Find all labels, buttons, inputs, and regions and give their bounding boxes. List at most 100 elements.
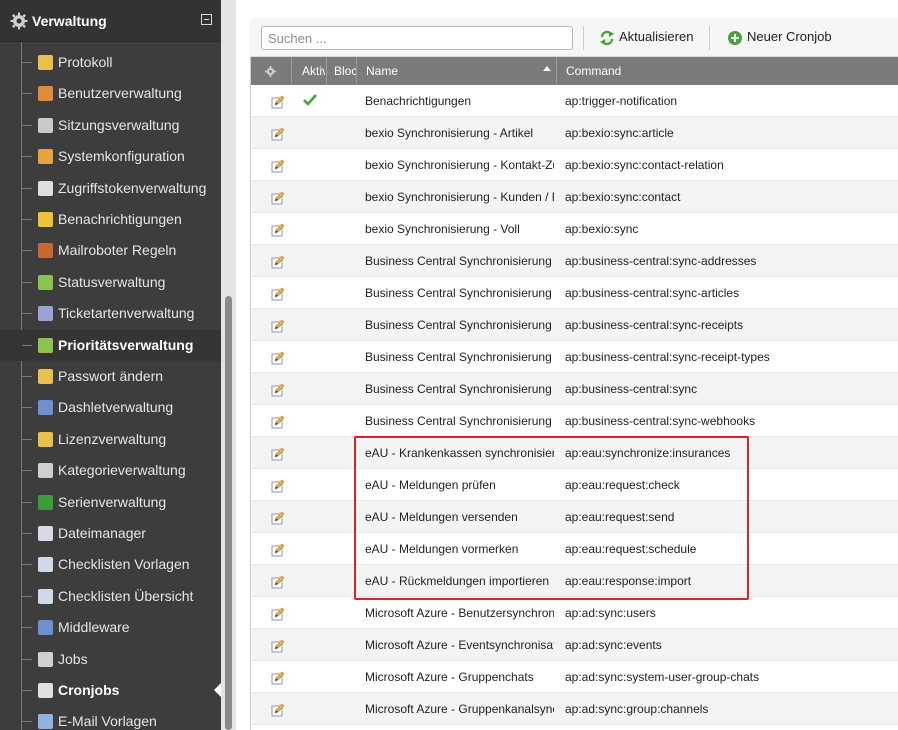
- column-header-blocked[interactable]: Blockiert: [334, 64, 356, 78]
- edit-icon[interactable]: [271, 415, 285, 429]
- scrollbar-thumb[interactable]: [225, 296, 232, 730]
- check-icon: [303, 94, 317, 106]
- table-row[interactable]: eAU - Rückmeldungen importieren ap:eau:re…: [251, 565, 898, 597]
- edit-icon[interactable]: [271, 383, 285, 397]
- jobs-icon: [38, 651, 53, 667]
- edit-icon[interactable]: [271, 639, 285, 653]
- tree-connector: [22, 219, 32, 220]
- column-header-name[interactable]: Name: [366, 64, 486, 78]
- cell-name: Business Central Synchronisierung: [365, 254, 552, 268]
- sidebar-item-jobs[interactable]: Jobs: [0, 644, 221, 675]
- table-row[interactable]: Business Central Synchronisierung ap:busi…: [251, 277, 898, 309]
- sidebar-item-label: Benachrichtigungen: [58, 211, 182, 227]
- sidebar-item-statusverwaltung[interactable]: Statusverwaltung: [0, 267, 221, 298]
- edit-icon[interactable]: [271, 287, 285, 301]
- table-row[interactable]: bexio Synchronisierung - Kontakt-Zuordnu…: [251, 149, 898, 181]
- sidebar-item-dashletverwaltung[interactable]: Dashletverwaltung: [0, 392, 221, 423]
- category-icon: [38, 463, 53, 479]
- edit-icon[interactable]: [271, 319, 285, 333]
- edit-icon[interactable]: [271, 511, 285, 525]
- tree-connector: [22, 501, 32, 503]
- table-row[interactable]: Microsoft Azure - Eventsynchronisation ap…: [251, 629, 898, 661]
- edit-icon[interactable]: [271, 223, 285, 237]
- table-row[interactable]: Microsoft Azure - Benutzersynchronisieru…: [251, 597, 898, 629]
- checklist-overview-icon: [38, 588, 53, 604]
- edit-icon[interactable]: [271, 671, 285, 685]
- table-row[interactable]: eAU - Meldungen vormerken ap:eau:request:…: [251, 533, 898, 565]
- cell-name: bexio Synchronisierung - Artikel: [365, 126, 534, 140]
- sidebar-item-benachrichtigungen[interactable]: Benachrichtigungen: [0, 204, 221, 235]
- edit-icon[interactable]: [271, 607, 285, 621]
- table-row[interactable]: eAU - Krankenkassen synchronisieren ap:ea…: [251, 437, 898, 469]
- column-divider: [556, 57, 557, 85]
- sidebar-item-middleware[interactable]: Middleware: [0, 612, 221, 643]
- search-input[interactable]: [261, 26, 573, 50]
- sidebar-item-ticketartenverwaltung[interactable]: Ticketartenverwaltung: [0, 298, 221, 329]
- sidebar-item-label: Checklisten Übersicht: [58, 587, 194, 604]
- table-row[interactable]: Microsoft Azure - Gruppenkanalsynchronis…: [251, 693, 898, 725]
- collapse-icon[interactable]: [201, 14, 212, 25]
- sidebar-item-label: Zugriffstokenverwaltung: [58, 179, 207, 196]
- sidebar-item-systemkonfiguration[interactable]: Systemkonfiguration: [0, 141, 221, 172]
- sidebar-item-cronjobs[interactable]: Cronjobs: [0, 675, 221, 706]
- hammer-icon: [38, 243, 53, 259]
- cell-command: ap:business-central:sync-webhooks: [565, 414, 756, 428]
- sidebar-item-mailroboter-regeln[interactable]: Mailroboter Regeln: [0, 235, 221, 266]
- table-row[interactable]: Business Central Synchronisierung ap:busi…: [251, 245, 898, 277]
- table-row[interactable]: eAU - Meldungen versenden ap:eau:request:…: [251, 501, 898, 533]
- tree-connector: [22, 595, 32, 597]
- sidebar-item-kategorieverwaltung[interactable]: Kategorieverwaltung: [0, 455, 221, 486]
- edit-icon[interactable]: [271, 159, 285, 173]
- scrollbar[interactable]: [221, 0, 236, 730]
- edit-icon[interactable]: [271, 191, 285, 205]
- table-row[interactable]: bexio Synchronisierung - Artikel ap:bexio…: [251, 117, 898, 149]
- table-row[interactable]: eAU - Meldungen prüfen ap:eau:request:che…: [251, 469, 898, 501]
- sidebar-item-label: Middleware: [58, 619, 130, 636]
- cell-command: ap:bexio:sync:contact-relation: [565, 158, 724, 172]
- user-icon: [38, 86, 53, 102]
- cell-command: ap:eau:request:send: [565, 510, 675, 524]
- refresh-button[interactable]: Aktualisieren: [599, 28, 699, 48]
- sidebar-item-checklisten-übersicht[interactable]: Checklisten Übersicht: [0, 581, 221, 612]
- edit-icon[interactable]: [271, 447, 285, 461]
- cell-command: ap:bexio:sync:contact: [565, 190, 681, 204]
- tag-icon: [38, 306, 53, 322]
- sidebar-item-dateimanager[interactable]: Dateimanager: [0, 518, 221, 549]
- edit-icon[interactable]: [271, 255, 285, 269]
- table-row[interactable]: Business Central Synchronisierung ap:busi…: [251, 373, 898, 405]
- table-row[interactable]: bexio Synchronisierung - Voll ap:bexio:sy…: [251, 213, 898, 245]
- column-header-active[interactable]: Aktiv: [302, 64, 325, 78]
- cell-name: bexio Synchronisierung - Voll: [365, 222, 520, 236]
- table-row[interactable]: Benachrichtigungen ap:trigger-notificatio…: [251, 85, 898, 117]
- sidebar-title: Verwaltung: [32, 13, 107, 29]
- table-row[interactable]: Business Central Synchronisierung ap:busi…: [251, 341, 898, 373]
- tree-connector: [22, 93, 32, 95]
- table-row[interactable]: Business Central Synchronisierung ap:busi…: [251, 309, 898, 341]
- sidebar-item-prioritätsverwaltung[interactable]: Prioritätsverwaltung: [0, 329, 221, 361]
- column-header-command[interactable]: Command: [566, 64, 766, 78]
- sidebar-item-benutzerverwaltung[interactable]: Benutzerverwaltung: [0, 78, 221, 109]
- note-icon: [38, 212, 53, 227]
- edit-icon[interactable]: [271, 575, 285, 589]
- priority-icon: [38, 337, 53, 353]
- sidebar-item-e-mail-vorlagen[interactable]: E-Mail Vorlagen: [0, 706, 221, 730]
- edit-icon[interactable]: [271, 351, 285, 365]
- settings-icon[interactable]: [265, 66, 276, 77]
- edit-icon[interactable]: [271, 95, 285, 109]
- edit-icon[interactable]: [271, 543, 285, 557]
- sidebar-item-passwort-ändern[interactable]: Passwort ändern: [0, 361, 221, 392]
- sidebar-item-protokoll[interactable]: Protokoll: [0, 47, 221, 78]
- edit-icon[interactable]: [271, 127, 285, 141]
- sidebar-header[interactable]: Verwaltung: [0, 0, 221, 42]
- table-row[interactable]: bexio Synchronisierung - Kunden / Kontak…: [251, 181, 898, 213]
- edit-icon[interactable]: [271, 479, 285, 493]
- table-row[interactable]: Business Central Synchronisierung ap:busi…: [251, 405, 898, 437]
- sidebar-item-zugriffstokenverwaltung[interactable]: Zugriffstokenverwaltung: [0, 173, 221, 204]
- sidebar-item-sitzungsverwaltung[interactable]: Sitzungsverwaltung: [0, 110, 221, 141]
- sidebar-item-serienverwaltung[interactable]: Serienverwaltung: [0, 487, 221, 518]
- edit-icon[interactable]: [271, 703, 285, 717]
- table-row[interactable]: Microsoft Azure - Gruppenchats ap:ad:sync…: [251, 661, 898, 693]
- sidebar-item-lizenzverwaltung[interactable]: Lizenzverwaltung: [0, 424, 221, 455]
- new-cronjob-button[interactable]: Neuer Cronjob: [727, 28, 842, 48]
- sidebar-item-checklisten-vorlagen[interactable]: Checklisten Vorlagen: [0, 549, 221, 580]
